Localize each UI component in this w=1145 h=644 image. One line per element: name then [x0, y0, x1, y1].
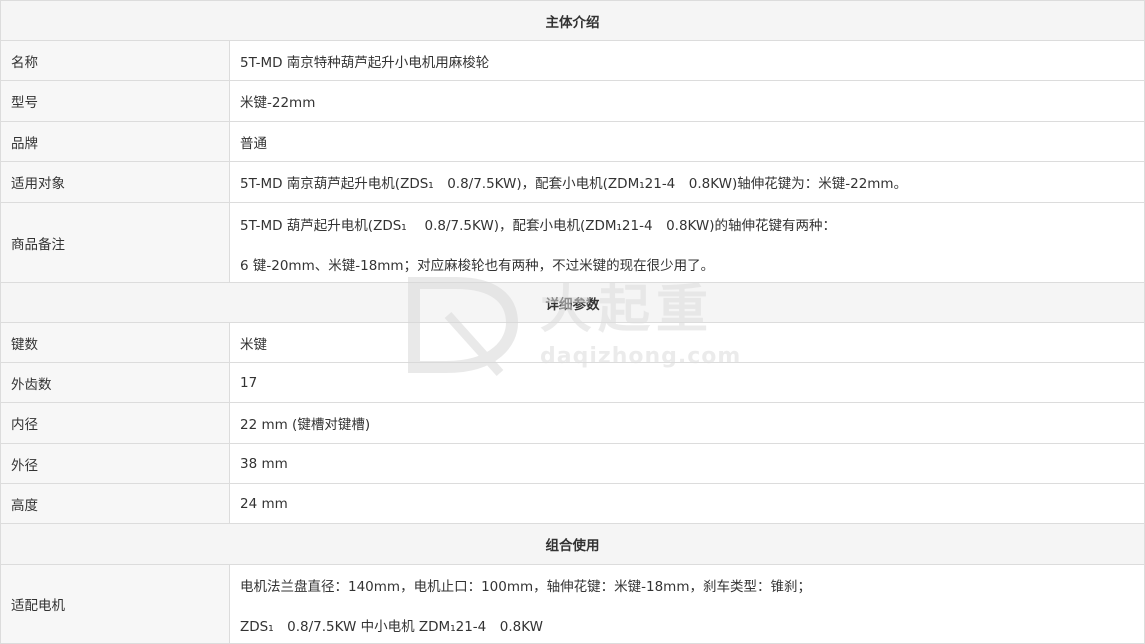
row-value-text: 17: [240, 374, 258, 391]
row-value-text: 22 mm (键槽对键槽): [240, 417, 371, 433]
row-label: 适配电机: [1, 565, 230, 643]
section-title: 组合使用: [545, 538, 600, 554]
row-value-text: 5T-MD 南京葫芦起升电机(ZDS₁ 0.8/7.5KW)，配套小电机(ZDM…: [240, 176, 908, 192]
table-row-compatible-motor: 适配电机 电机法兰盘直径：140mm，电机止口：100mm，轴伸花键：米键-18…: [0, 565, 1145, 644]
row-label: 外径: [1, 444, 230, 483]
row-value-text: 5T-MD 葫芦起升电机(ZDS₁ 0.8/7.5KW)，配套小电机(ZDM₁2…: [240, 218, 837, 234]
row-value: 米键-22mm: [230, 81, 1144, 121]
row-value-text: 6 键-20mm、米键-18mm；对应麻梭轮也有两种，不过米键的现在很少用了。: [240, 258, 715, 274]
table-row-teeth: 外齿数 17: [0, 363, 1145, 403]
table-row-height: 高度 24 mm: [0, 484, 1145, 524]
section-header-main-intro: 主体介绍: [0, 0, 1145, 41]
row-value-text: 24 mm: [240, 495, 288, 512]
row-value: 5T-MD 南京葫芦起升电机(ZDS₁ 0.8/7.5KW)，配套小电机(ZDM…: [230, 162, 1144, 202]
row-value-text: ZDS₁ 0.8/7.5KW 中小电机 ZDM₁21-4 0.8KW: [240, 619, 543, 635]
row-value: 38 mm: [230, 444, 1144, 483]
row-value: 24 mm: [230, 484, 1144, 523]
row-label: 外齿数: [1, 363, 230, 402]
row-value: 17: [230, 363, 1144, 402]
spec-table: 主体介绍 名称 5T-MD 南京特种葫芦起升小电机用麻梭轮 型号 米键-22mm…: [0, 0, 1145, 644]
row-label: 商品备注: [1, 203, 230, 282]
table-row-applicable: 适用对象 5T-MD 南京葫芦起升电机(ZDS₁ 0.8/7.5KW)，配套小电…: [0, 162, 1145, 203]
row-label: 适用对象: [1, 162, 230, 202]
row-value: 5T-MD 葫芦起升电机(ZDS₁ 0.8/7.5KW)，配套小电机(ZDM₁2…: [230, 203, 1144, 282]
row-value: 5T-MD 南京特种葫芦起升小电机用麻梭轮: [230, 41, 1144, 80]
section-header-combination: 组合使用: [0, 524, 1145, 565]
row-value-text: 米键-22mm: [240, 95, 316, 111]
row-label: 高度: [1, 484, 230, 523]
section-title: 详细参数: [545, 296, 600, 313]
row-value: 米键: [230, 323, 1144, 362]
row-value-text: 米键: [240, 336, 267, 353]
row-label: 品牌: [1, 122, 230, 161]
table-row-outer-diameter: 外径 38 mm: [0, 444, 1145, 484]
row-label: 型号: [1, 81, 230, 121]
row-value: 普通: [230, 122, 1144, 161]
table-row-remarks: 商品备注 5T-MD 葫芦起升电机(ZDS₁ 0.8/7.5KW)，配套小电机(…: [0, 203, 1145, 283]
row-value-text: 38 mm: [240, 455, 288, 472]
row-value: 电机法兰盘直径：140mm，电机止口：100mm，轴伸花键：米键-18mm，刹车…: [230, 565, 1144, 643]
table-row-brand: 品牌 普通: [0, 122, 1145, 162]
row-value-text: 5T-MD 南京特种葫芦起升小电机用麻梭轮: [240, 54, 490, 71]
table-row-name: 名称 5T-MD 南京特种葫芦起升小电机用麻梭轮: [0, 41, 1145, 81]
table-row-model: 型号 米键-22mm: [0, 81, 1145, 122]
row-value: 22 mm (键槽对键槽): [230, 403, 1144, 443]
row-label: 名称: [1, 41, 230, 80]
section-title: 主体介绍: [545, 14, 600, 31]
row-label: 键数: [1, 323, 230, 362]
section-header-details: 详细参数: [0, 283, 1145, 323]
row-value-text: 电机法兰盘直径：140mm，电机止口：100mm，轴伸花键：米键-18mm，刹车…: [240, 579, 811, 595]
table-row-inner-diameter: 内径 22 mm (键槽对键槽): [0, 403, 1145, 444]
row-value-text: 普通: [240, 135, 267, 152]
row-label: 内径: [1, 403, 230, 443]
table-row-key-count: 键数 米键: [0, 323, 1145, 363]
